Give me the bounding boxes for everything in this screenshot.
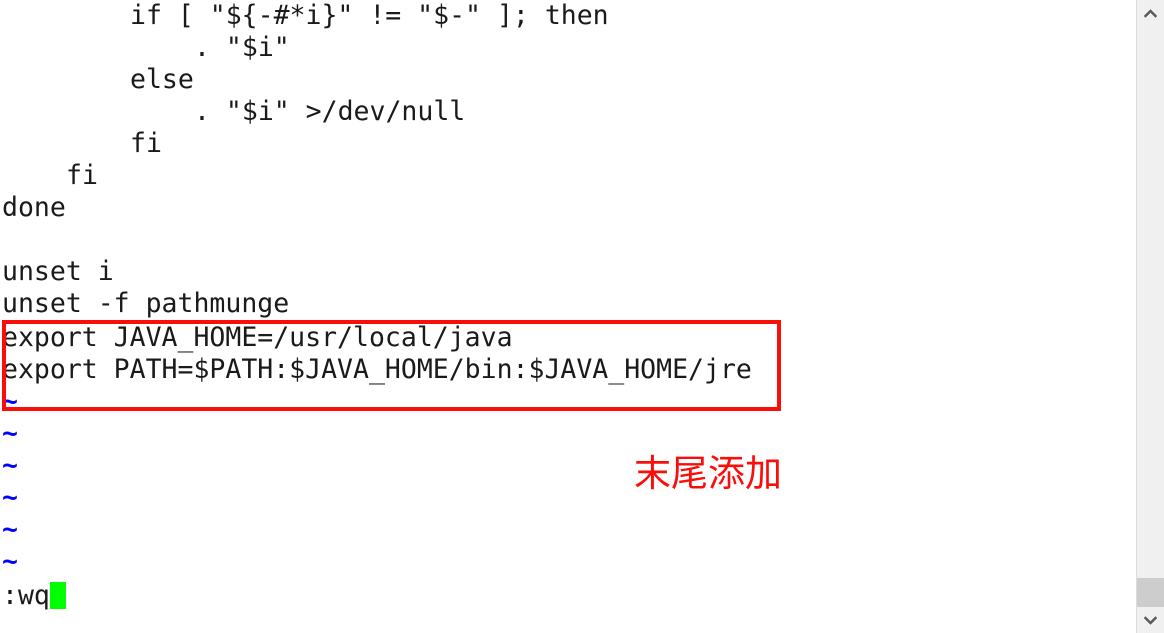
code-line: if [ "${-#*i}" != "$-" ]; then <box>130 0 609 31</box>
code-line: else <box>130 64 194 95</box>
empty-line-marker: ~ <box>2 514 18 545</box>
code-line: done <box>2 192 66 223</box>
empty-line-marker: ~ <box>2 546 18 577</box>
code-line: unset i <box>2 256 114 287</box>
empty-line-marker: ~ <box>2 450 18 481</box>
text-cursor <box>49 582 66 609</box>
code-line: fi <box>66 160 98 191</box>
code-line: fi <box>130 128 162 159</box>
annotation-note-text: 末尾添加 <box>634 452 782 495</box>
vim-command-text: :wq <box>2 580 50 611</box>
code-line: . "$i" <box>194 32 290 63</box>
scroll-down-button[interactable] <box>1137 607 1164 633</box>
scrollbar-thumb[interactable] <box>1137 578 1164 610</box>
vertical-scrollbar[interactable] <box>1136 0 1164 633</box>
code-line: . "$i" >/dev/null <box>194 96 466 127</box>
empty-line-marker: ~ <box>2 482 18 513</box>
code-line-java-home: export JAVA_HOME=/usr/local/java <box>2 322 513 353</box>
empty-line-marker: ~ <box>2 418 18 449</box>
code-line-java-path: export PATH=$PATH:$JAVA_HOME/bin:$JAVA_H… <box>2 354 752 385</box>
editor-text-buffer[interactable]: if [ "${-#*i}" != "$-" ]; then . "$i" el… <box>0 0 1136 633</box>
chevron-up-icon <box>1144 8 1157 18</box>
empty-line-marker: ~ <box>2 386 18 417</box>
vim-command-line[interactable]: :wq <box>2 580 66 612</box>
scrollbar-track[interactable] <box>1137 26 1164 610</box>
code-line: unset -f pathmunge <box>2 288 290 319</box>
vim-editor-window: if [ "${-#*i}" != "$-" ]; then . "$i" el… <box>0 0 1164 633</box>
chevron-down-icon <box>1144 615 1157 625</box>
scroll-up-button[interactable] <box>1137 0 1164 26</box>
